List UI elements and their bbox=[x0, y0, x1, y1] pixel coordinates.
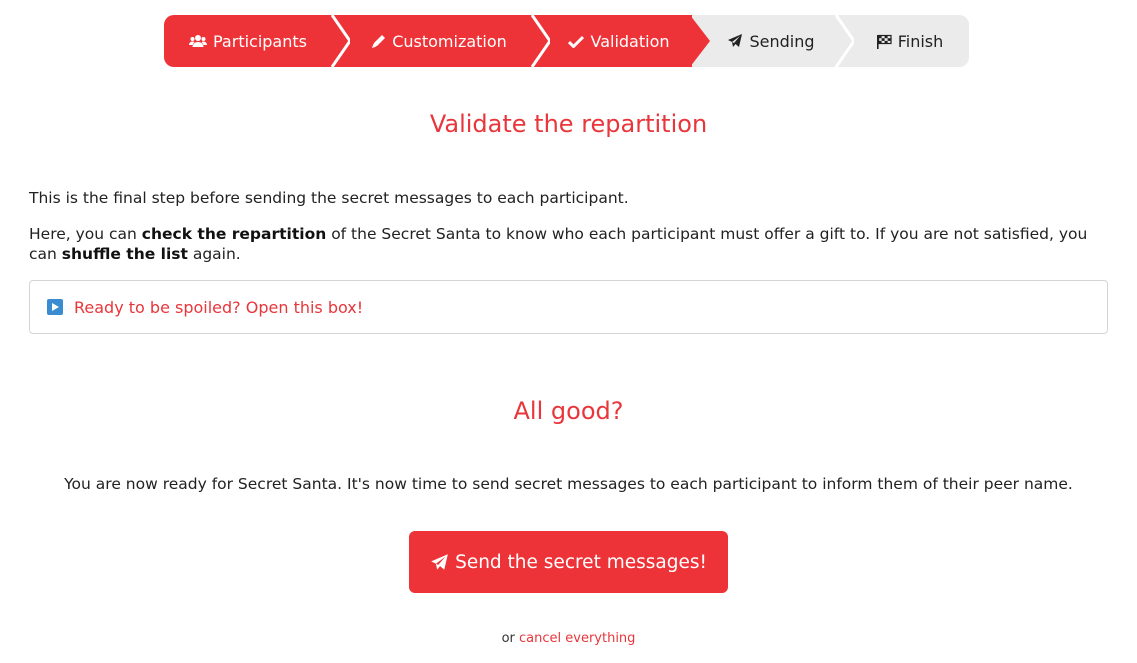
step-participants[interactable]: Participants bbox=[164, 15, 350, 67]
spoiler-box[interactable]: Ready to be spoiled? Open this box! bbox=[29, 280, 1108, 334]
step-separator bbox=[690, 15, 710, 67]
step-finish[interactable]: Finish bbox=[836, 15, 969, 67]
send-messages-button[interactable]: Send the secret messages! bbox=[409, 531, 728, 593]
paper-plane-icon bbox=[430, 553, 449, 572]
cancel-line: or cancel everything bbox=[0, 631, 1137, 646]
step-customization[interactable]: Customization bbox=[332, 15, 550, 67]
play-icon bbox=[47, 299, 63, 315]
cancel-link[interactable]: cancel everything bbox=[519, 631, 635, 646]
step-label: Finish bbox=[897, 31, 944, 51]
intro-text: This is the final step before sending th… bbox=[29, 189, 629, 207]
or-label: or bbox=[501, 631, 515, 646]
step-separator bbox=[834, 15, 854, 67]
description-text: Here, you can check the repartition of t… bbox=[29, 225, 1088, 263]
validate-title: Validate the repartition bbox=[429, 110, 708, 138]
step-separator bbox=[330, 15, 350, 67]
ready-text: You are now ready for Secret Santa. It's… bbox=[64, 475, 1073, 493]
pencil-icon bbox=[371, 34, 386, 49]
bold-shuffle-list: shuffle the list bbox=[61, 245, 188, 263]
spoiler-label: Ready to be spoiled? Open this box! bbox=[74, 297, 364, 317]
step-validation[interactable]: Validation bbox=[532, 15, 710, 67]
step-sending[interactable]: Sending bbox=[692, 15, 854, 67]
progress-steps: Participants Customization Validation Se… bbox=[164, 15, 969, 67]
step-label: Customization bbox=[392, 31, 507, 51]
step-label: Sending bbox=[749, 31, 815, 51]
paper-plane-icon bbox=[727, 33, 743, 49]
bold-check-repartition: check the repartition bbox=[141, 225, 327, 243]
checkered-flag-icon bbox=[876, 34, 892, 49]
send-button-label: Send the secret messages! bbox=[455, 551, 707, 573]
confirm-title: All good? bbox=[513, 397, 624, 425]
users-icon bbox=[189, 34, 207, 48]
step-label: Participants bbox=[213, 31, 307, 51]
step-separator bbox=[530, 15, 550, 67]
step-label: Validation bbox=[590, 31, 670, 51]
check-icon bbox=[568, 35, 585, 48]
